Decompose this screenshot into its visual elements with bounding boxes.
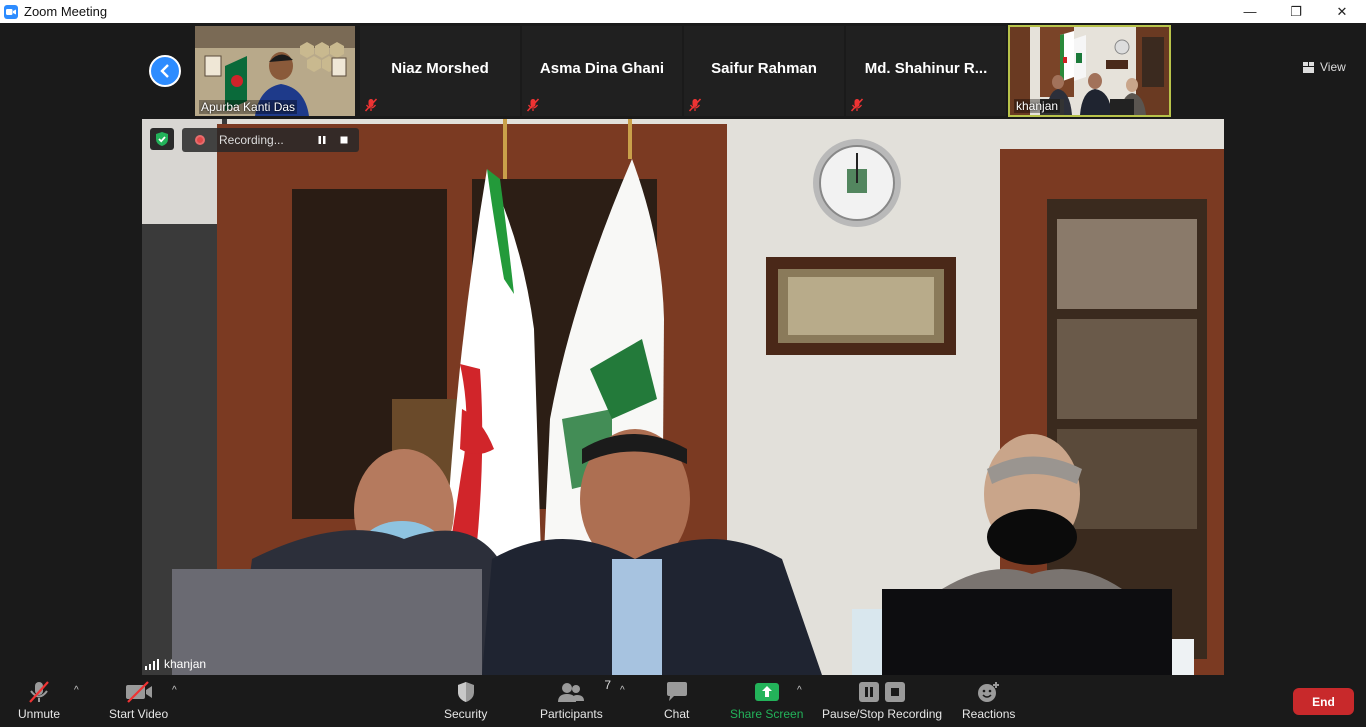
share-screen-button[interactable]: Share Screen [730, 679, 803, 721]
shield-icon [457, 682, 474, 702]
participant-tile[interactable]: Asma Dina Ghani [522, 26, 682, 116]
participant-name: khanjan [1014, 99, 1061, 113]
unmute-button[interactable]: Unmute [18, 679, 60, 721]
speaker-name: khanjan [164, 657, 207, 671]
mic-muted-icon [364, 98, 378, 112]
participant-tile[interactable]: Niaz Morshed [360, 26, 520, 116]
main-video[interactable] [142, 119, 1224, 675]
participant-name: Niaz Morshed [391, 60, 489, 77]
reactions-button[interactable]: Reactions [962, 679, 1015, 721]
participant-tile-active[interactable]: khanjan [1008, 25, 1171, 117]
signal-icon [145, 658, 159, 670]
chat-button[interactable]: Chat [664, 679, 689, 721]
pause-icon [318, 136, 326, 144]
video-options-caret[interactable]: ^ [172, 685, 177, 696]
restore-button[interactable]: ❐ [1273, 0, 1319, 23]
video-off-icon [125, 681, 152, 703]
share-screen-label: Share Screen [730, 707, 804, 721]
pause-stop-recording-label: Pause/Stop Recording [822, 707, 943, 721]
participants-button[interactable]: 7 Participants [540, 678, 611, 721]
close-icon: ✕ [1336, 3, 1348, 19]
end-label: End [1312, 694, 1335, 709]
shield-check-icon [156, 132, 168, 146]
view-button[interactable]: View [1303, 57, 1346, 77]
main-video-feed [142, 119, 1224, 675]
title-bar: Zoom Meeting — ❐ ✕ [0, 0, 1366, 23]
minimize-button[interactable]: — [1227, 0, 1273, 23]
close-window-button[interactable]: ✕ [1319, 0, 1365, 23]
view-label: View [1320, 60, 1346, 74]
audio-options-caret[interactable]: ^ [74, 685, 79, 696]
chat-icon [666, 682, 687, 701]
encryption-shield[interactable] [150, 128, 174, 150]
security-label: Security [444, 707, 488, 721]
share-screen-icon [754, 683, 779, 701]
grid-icon [1303, 61, 1314, 73]
stop-icon [885, 682, 906, 702]
participant-name: Saifur Rahman [711, 60, 817, 77]
recording-dot-icon [195, 135, 205, 145]
mic-muted-icon [850, 98, 864, 112]
restore-icon: ❐ [1290, 3, 1302, 19]
reactions-label: Reactions [962, 707, 1016, 721]
participant-name: Asma Dina Ghani [539, 60, 665, 77]
participant-tile[interactable]: Saifur Rahman [684, 26, 844, 116]
participant-name: Apurba Kanti Das [199, 100, 298, 114]
mic-muted-icon [688, 98, 702, 112]
mic-muted-icon [526, 98, 540, 112]
window-title: Zoom Meeting [24, 4, 108, 19]
stop-icon [340, 136, 348, 144]
participant-tile[interactable]: Apurba Kanti Das [195, 26, 355, 116]
zoom-app-icon [4, 4, 18, 19]
security-button[interactable]: Security [444, 679, 487, 721]
participants-count: 7 [604, 678, 612, 692]
share-options-caret[interactable]: ^ [797, 685, 802, 696]
meeting-toolbar: Unmute ^ Start Video ^ Security 7 Partic… [0, 675, 1366, 727]
mic-muted-icon [29, 681, 49, 703]
participant-tile[interactable]: Md. Shahinur R... [846, 26, 1006, 116]
active-speaker-label: khanjan [145, 657, 206, 671]
participant-name: Md. Shahinur R... [864, 60, 988, 77]
recording-indicator: Recording... [182, 128, 359, 152]
chevron-left-icon [160, 64, 169, 78]
end-meeting-button[interactable]: End [1293, 688, 1354, 715]
pause-icon [859, 682, 880, 702]
minimize-icon: — [1243, 4, 1257, 19]
recording-stop-button[interactable] [333, 131, 355, 149]
recording-pause-button[interactable] [311, 131, 333, 149]
meeting-stage: Apurba Kanti Das Niaz Morshed Asma Dina … [0, 23, 1366, 675]
reactions-icon [977, 682, 999, 702]
recording-status: Recording... [219, 133, 284, 147]
unmute-label: Unmute [18, 707, 61, 721]
pause-stop-recording-button[interactable]: Pause/Stop Recording [822, 679, 942, 721]
start-video-button[interactable]: Start Video [109, 679, 168, 721]
participants-label: Participants [540, 707, 603, 721]
start-video-label: Start Video [109, 707, 169, 721]
participants-icon [558, 683, 585, 702]
strip-prev-button[interactable] [149, 55, 181, 87]
chat-label: Chat [664, 707, 690, 721]
participants-options-caret[interactable]: ^ [620, 685, 625, 696]
